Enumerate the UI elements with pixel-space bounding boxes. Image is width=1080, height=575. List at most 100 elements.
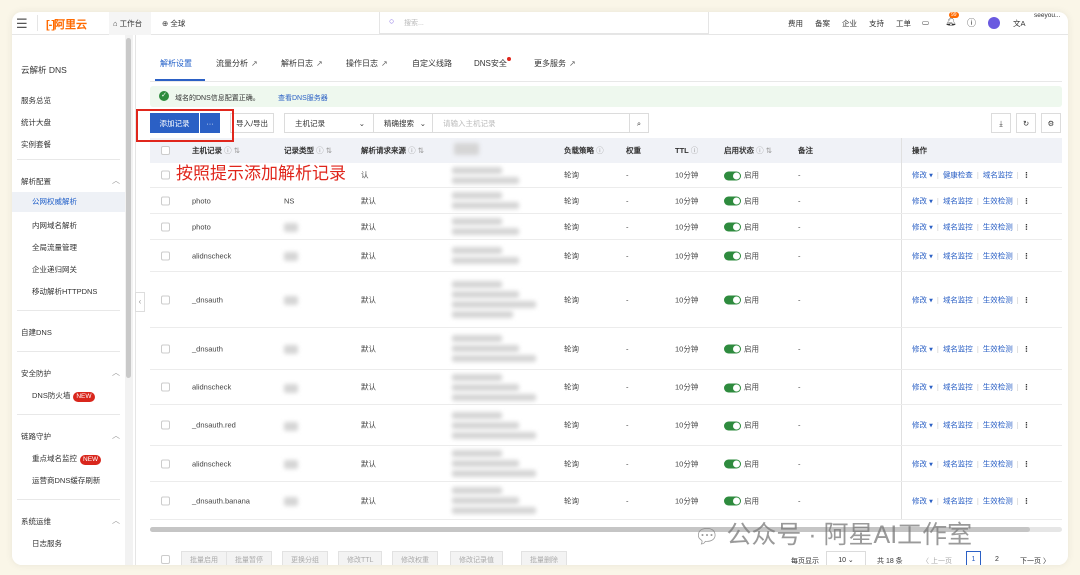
sidebar-item[interactable]: 统计大盘	[21, 117, 51, 128]
chevron-up-icon[interactable]: ︿	[112, 175, 120, 186]
chevron-up-icon[interactable]: ︿	[112, 515, 120, 526]
edit-link[interactable]: 修改 ▾	[912, 496, 933, 505]
field-select[interactable]: 主机记录 ⌄	[284, 113, 374, 133]
next-page-button[interactable]: 下一页 〉	[1020, 556, 1050, 565]
tab-4[interactable]: 自定义线路	[412, 58, 452, 69]
action-link[interactable]: 生效检测	[983, 383, 1013, 392]
host-search-input[interactable]: 请输入主机记录	[432, 113, 630, 133]
edit-link[interactable]: 修改 ▾	[912, 421, 933, 430]
edit-link[interactable]: 修改 ▾	[912, 251, 933, 260]
status-toggle[interactable]: 启用	[724, 343, 759, 354]
more-icon[interactable]: ⋮	[1023, 496, 1031, 505]
action-link[interactable]: 域名监控	[943, 496, 973, 505]
prev-page-button[interactable]: 〈 上一页	[922, 556, 952, 565]
sidebar-group-2[interactable]: 安全防护	[21, 368, 51, 379]
edit-link[interactable]: 修改 ▾	[912, 196, 933, 205]
toggle-switch[interactable]	[724, 344, 741, 354]
more-icon[interactable]: ⋮	[1023, 171, 1031, 180]
sidebar-item[interactable]: 企业递归网关	[32, 264, 77, 275]
row-checkbox[interactable]	[161, 295, 170, 304]
edit-link[interactable]: 修改 ▾	[912, 171, 933, 180]
action-link[interactable]: 域名监控	[943, 383, 973, 392]
col-source[interactable]: 解析请求来源 ⓘ ⇅	[361, 138, 424, 163]
status-toggle[interactable]: 启用	[724, 250, 759, 261]
settings-icon[interactable]: ⚙	[1041, 113, 1061, 133]
toggle-switch[interactable]	[724, 459, 741, 469]
more-icon[interactable]: ⋮	[1023, 421, 1031, 430]
page-1[interactable]: 1	[966, 551, 981, 565]
status-toggle[interactable]: 启用	[724, 420, 759, 431]
action-link[interactable]: 域名监控	[943, 459, 973, 468]
more-icon[interactable]: ⋮	[1023, 295, 1031, 304]
action-link[interactable]: 生效检测	[983, 344, 1013, 353]
edit-link[interactable]: 修改 ▾	[912, 344, 933, 353]
sidebar-item[interactable]: 日志服务	[32, 538, 62, 549]
toggle-switch[interactable]	[724, 251, 741, 261]
action-link[interactable]: 生效检测	[983, 251, 1013, 260]
edit-link[interactable]: 修改 ▾	[912, 383, 933, 392]
sidebar-item[interactable]: 公网权威解析	[12, 192, 125, 212]
toggle-switch[interactable]	[724, 421, 741, 431]
row-checkbox[interactable]	[161, 382, 170, 392]
bulk-button[interactable]: 修改TTL	[338, 551, 383, 565]
row-checkbox[interactable]	[161, 344, 170, 353]
user-account[interactable]: seeyou...	[1034, 12, 1060, 19]
edit-link[interactable]: 修改 ▾	[912, 222, 933, 231]
sidebar-item[interactable]: 移动解析HTTPDNS	[32, 286, 97, 297]
more-icon[interactable]: ⋮	[1023, 459, 1031, 468]
bulk-button[interactable]: 批量暂停	[226, 551, 272, 565]
bulk-button[interactable]: 批量启用	[181, 551, 227, 565]
action-link[interactable]: 生效检测	[983, 196, 1013, 205]
view-dns-servers-link[interactable]: 查看DNS服务器	[278, 93, 328, 103]
match-select[interactable]: 精确搜索 ⌄	[373, 113, 433, 133]
nav-ticket[interactable]: 工单	[896, 18, 911, 29]
bulk-select-checkbox[interactable]	[161, 555, 170, 564]
sidebar-group-4[interactable]: 系统运维	[21, 516, 51, 527]
bulk-button[interactable]: 修改记录值	[450, 551, 503, 565]
more-icon[interactable]: ⋮	[1023, 196, 1031, 205]
sidebar-item[interactable]: 全局流量管理	[32, 242, 77, 253]
tab-2[interactable]: 解析日志 ↗	[281, 58, 323, 69]
action-link[interactable]: 生效检测	[983, 295, 1013, 304]
sidebar-group-3[interactable]: 链路守护	[21, 431, 51, 442]
toggle-switch[interactable]	[724, 383, 741, 393]
action-link[interactable]: 域名监控	[943, 196, 973, 205]
terminal-icon[interactable]: ▭	[922, 18, 929, 27]
sidebar-group-1[interactable]: 自建DNS	[21, 327, 52, 338]
import-export-button[interactable]: 导入/导出	[230, 113, 274, 133]
action-link[interactable]: 域名监控	[943, 344, 973, 353]
row-checkbox[interactable]	[161, 420, 170, 430]
more-icon[interactable]: ⋮	[1023, 251, 1031, 260]
action-link[interactable]: 域名监控	[983, 171, 1013, 180]
sidebar-group-0[interactable]: 解析配置	[21, 176, 51, 187]
menu-icon[interactable]: ☰	[16, 16, 28, 32]
tab-6[interactable]: 更多服务 ↗	[534, 58, 576, 69]
ai-assistant-icon[interactable]	[988, 17, 1000, 29]
action-link[interactable]: 生效检测	[983, 222, 1013, 231]
nav-enterprise[interactable]: 企业	[842, 18, 857, 29]
edit-link[interactable]: 修改 ▾	[912, 459, 933, 468]
help-icon[interactable]: ⓘ	[967, 16, 976, 29]
row-checkbox[interactable]	[161, 222, 170, 231]
toggle-switch[interactable]	[724, 196, 741, 206]
action-link[interactable]: 健康检查	[943, 171, 973, 180]
workbench-link[interactable]: ⌂ 工作台	[113, 18, 142, 29]
brand-logo[interactable]: [-]阿里云	[46, 16, 87, 32]
global-search[interactable]: ○ 搜索...	[379, 12, 709, 34]
row-checkbox[interactable]	[161, 170, 170, 180]
chevron-up-icon[interactable]: ︿	[112, 367, 120, 378]
row-checkbox[interactable]	[161, 196, 170, 205]
bulk-button[interactable]: 更换分组	[282, 551, 328, 565]
more-icon[interactable]: ⋮	[1023, 222, 1031, 231]
more-icon[interactable]: ⋮	[1023, 344, 1031, 353]
sidebar-item[interactable]: 运营商DNS缓存刷新	[32, 475, 100, 486]
tab-3[interactable]: 操作日志 ↗	[346, 58, 388, 69]
row-checkbox[interactable]	[161, 496, 170, 505]
sidebar-item[interactable]: 内网域名解析	[32, 220, 77, 231]
search-icon[interactable]: ⌕	[629, 113, 649, 133]
nav-icp[interactable]: 备案	[815, 18, 830, 29]
nav-fee[interactable]: 费用	[788, 18, 803, 29]
col-type[interactable]: 记录类型 ⓘ ⇅	[284, 138, 332, 163]
status-toggle[interactable]: 启用	[724, 382, 759, 393]
toggle-switch[interactable]	[724, 295, 741, 305]
